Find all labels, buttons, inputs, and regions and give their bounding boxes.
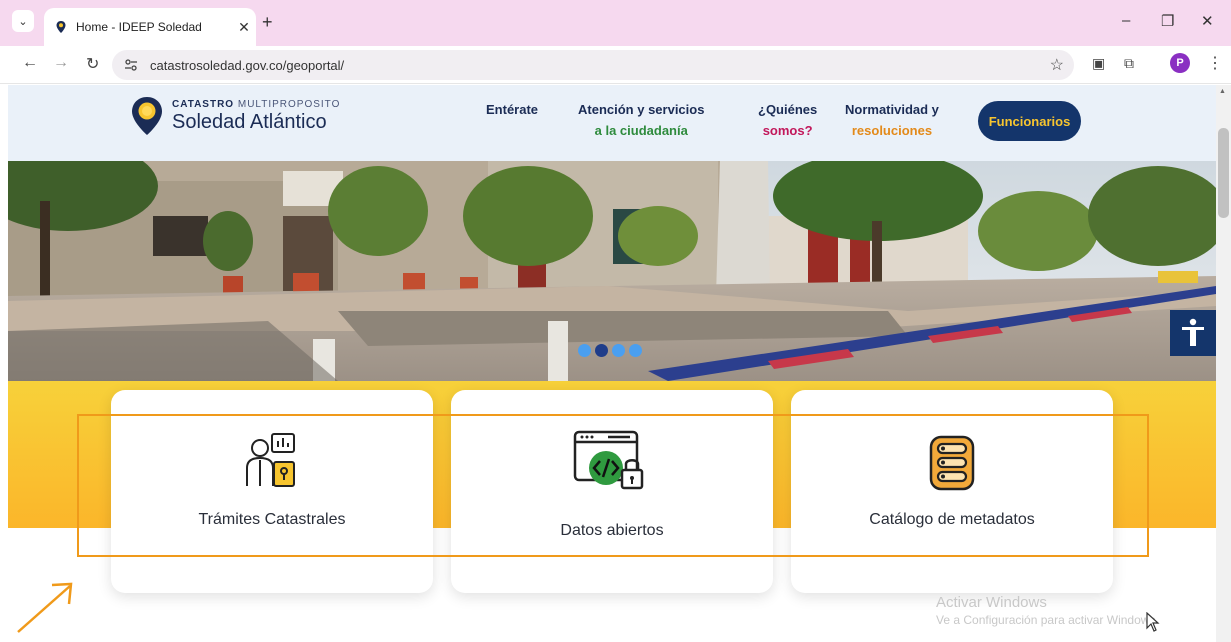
carousel-dot[interactable] [629, 344, 642, 357]
nav-quienes[interactable]: ¿Quiénes somos? [758, 99, 817, 141]
carousel-dot[interactable] [578, 344, 591, 357]
logo-pin-icon [132, 97, 162, 135]
browser-tab[interactable]: Home - IDEEP Soledad ✕ [44, 8, 256, 46]
tab-search-dropdown-icon[interactable]: ⌄ [12, 10, 34, 32]
carousel-dot-active[interactable] [595, 344, 608, 357]
nav-normatividad[interactable]: Normatividad y resoluciones [845, 99, 939, 141]
accessibility-icon [1182, 318, 1204, 346]
scrollbar-thumb[interactable] [1218, 128, 1229, 218]
logo-tagline: CATASTRO MULTIPROPOSITO [172, 98, 341, 110]
browser-window: ⌄ Home - IDEEP Soledad ✕ + – ❐ ✕ ← → ↻ c… [0, 0, 1231, 642]
new-tab-button[interactable]: + [262, 12, 273, 33]
tab-close-icon[interactable]: ✕ [232, 19, 256, 36]
site-logo[interactable]: CATASTRO MULTIPROPOSITO Soledad Atlántic… [130, 95, 340, 137]
address-bar: ← → ↻ catastrosoledad.gov.co/geoportal/ … [0, 46, 1231, 84]
logo-title: Soledad Atlántico [172, 110, 327, 133]
watermark-title: Activar Windows [936, 594, 1047, 611]
minimize-button[interactable]: – [1122, 12, 1130, 29]
menu-kebab-icon[interactable]: ⋮ [1207, 53, 1223, 73]
location-pin-icon [56, 21, 66, 33]
reload-icon[interactable]: ↻ [86, 54, 99, 74]
annotation-arrow-icon [17, 582, 73, 633]
nav-enterate[interactable]: Entérate [486, 99, 538, 120]
close-window-button[interactable]: ✕ [1201, 12, 1214, 30]
bookmark-star-icon[interactable]: ☆ [1050, 55, 1064, 75]
windows-activation-watermark: Activar Windows Ve a Configuración para … [936, 594, 1159, 627]
media-icon[interactable]: ▣ [1092, 55, 1105, 72]
carousel-dots [578, 344, 642, 357]
site-settings-icon[interactable] [124, 59, 138, 71]
tab-bar: ⌄ Home - IDEEP Soledad ✕ + – ❐ ✕ [0, 0, 1231, 46]
url-input[interactable]: catastrosoledad.gov.co/geoportal/ ☆ [112, 50, 1074, 80]
funcionarios-button[interactable]: Funcionarios [978, 101, 1081, 141]
carousel-dot[interactable] [612, 344, 625, 357]
profile-avatar[interactable]: P [1170, 53, 1190, 73]
forward-icon[interactable]: → [53, 54, 69, 72]
nav-atencion[interactable]: Atención y servicios a la ciudadanía [578, 99, 704, 141]
url-text: catastrosoledad.gov.co/geoportal/ [150, 57, 345, 73]
watermark-subtitle: Ve a Configuración para activar Windows. [936, 613, 1159, 627]
tab-title: Home - IDEEP Soledad [76, 20, 202, 34]
back-icon[interactable]: ← [22, 54, 38, 72]
extensions-icon[interactable]: ⧉ [1124, 55, 1134, 72]
restore-button[interactable]: ❐ [1161, 12, 1174, 30]
site-header: CATASTRO MULTIPROPOSITO Soledad Atlántic… [8, 85, 1216, 161]
scroll-up-icon[interactable]: ▲ [1219, 88, 1226, 95]
accessibility-button[interactable] [1170, 310, 1216, 356]
highlight-annotation-box [77, 414, 1149, 557]
mouse-cursor-icon [1146, 612, 1160, 632]
